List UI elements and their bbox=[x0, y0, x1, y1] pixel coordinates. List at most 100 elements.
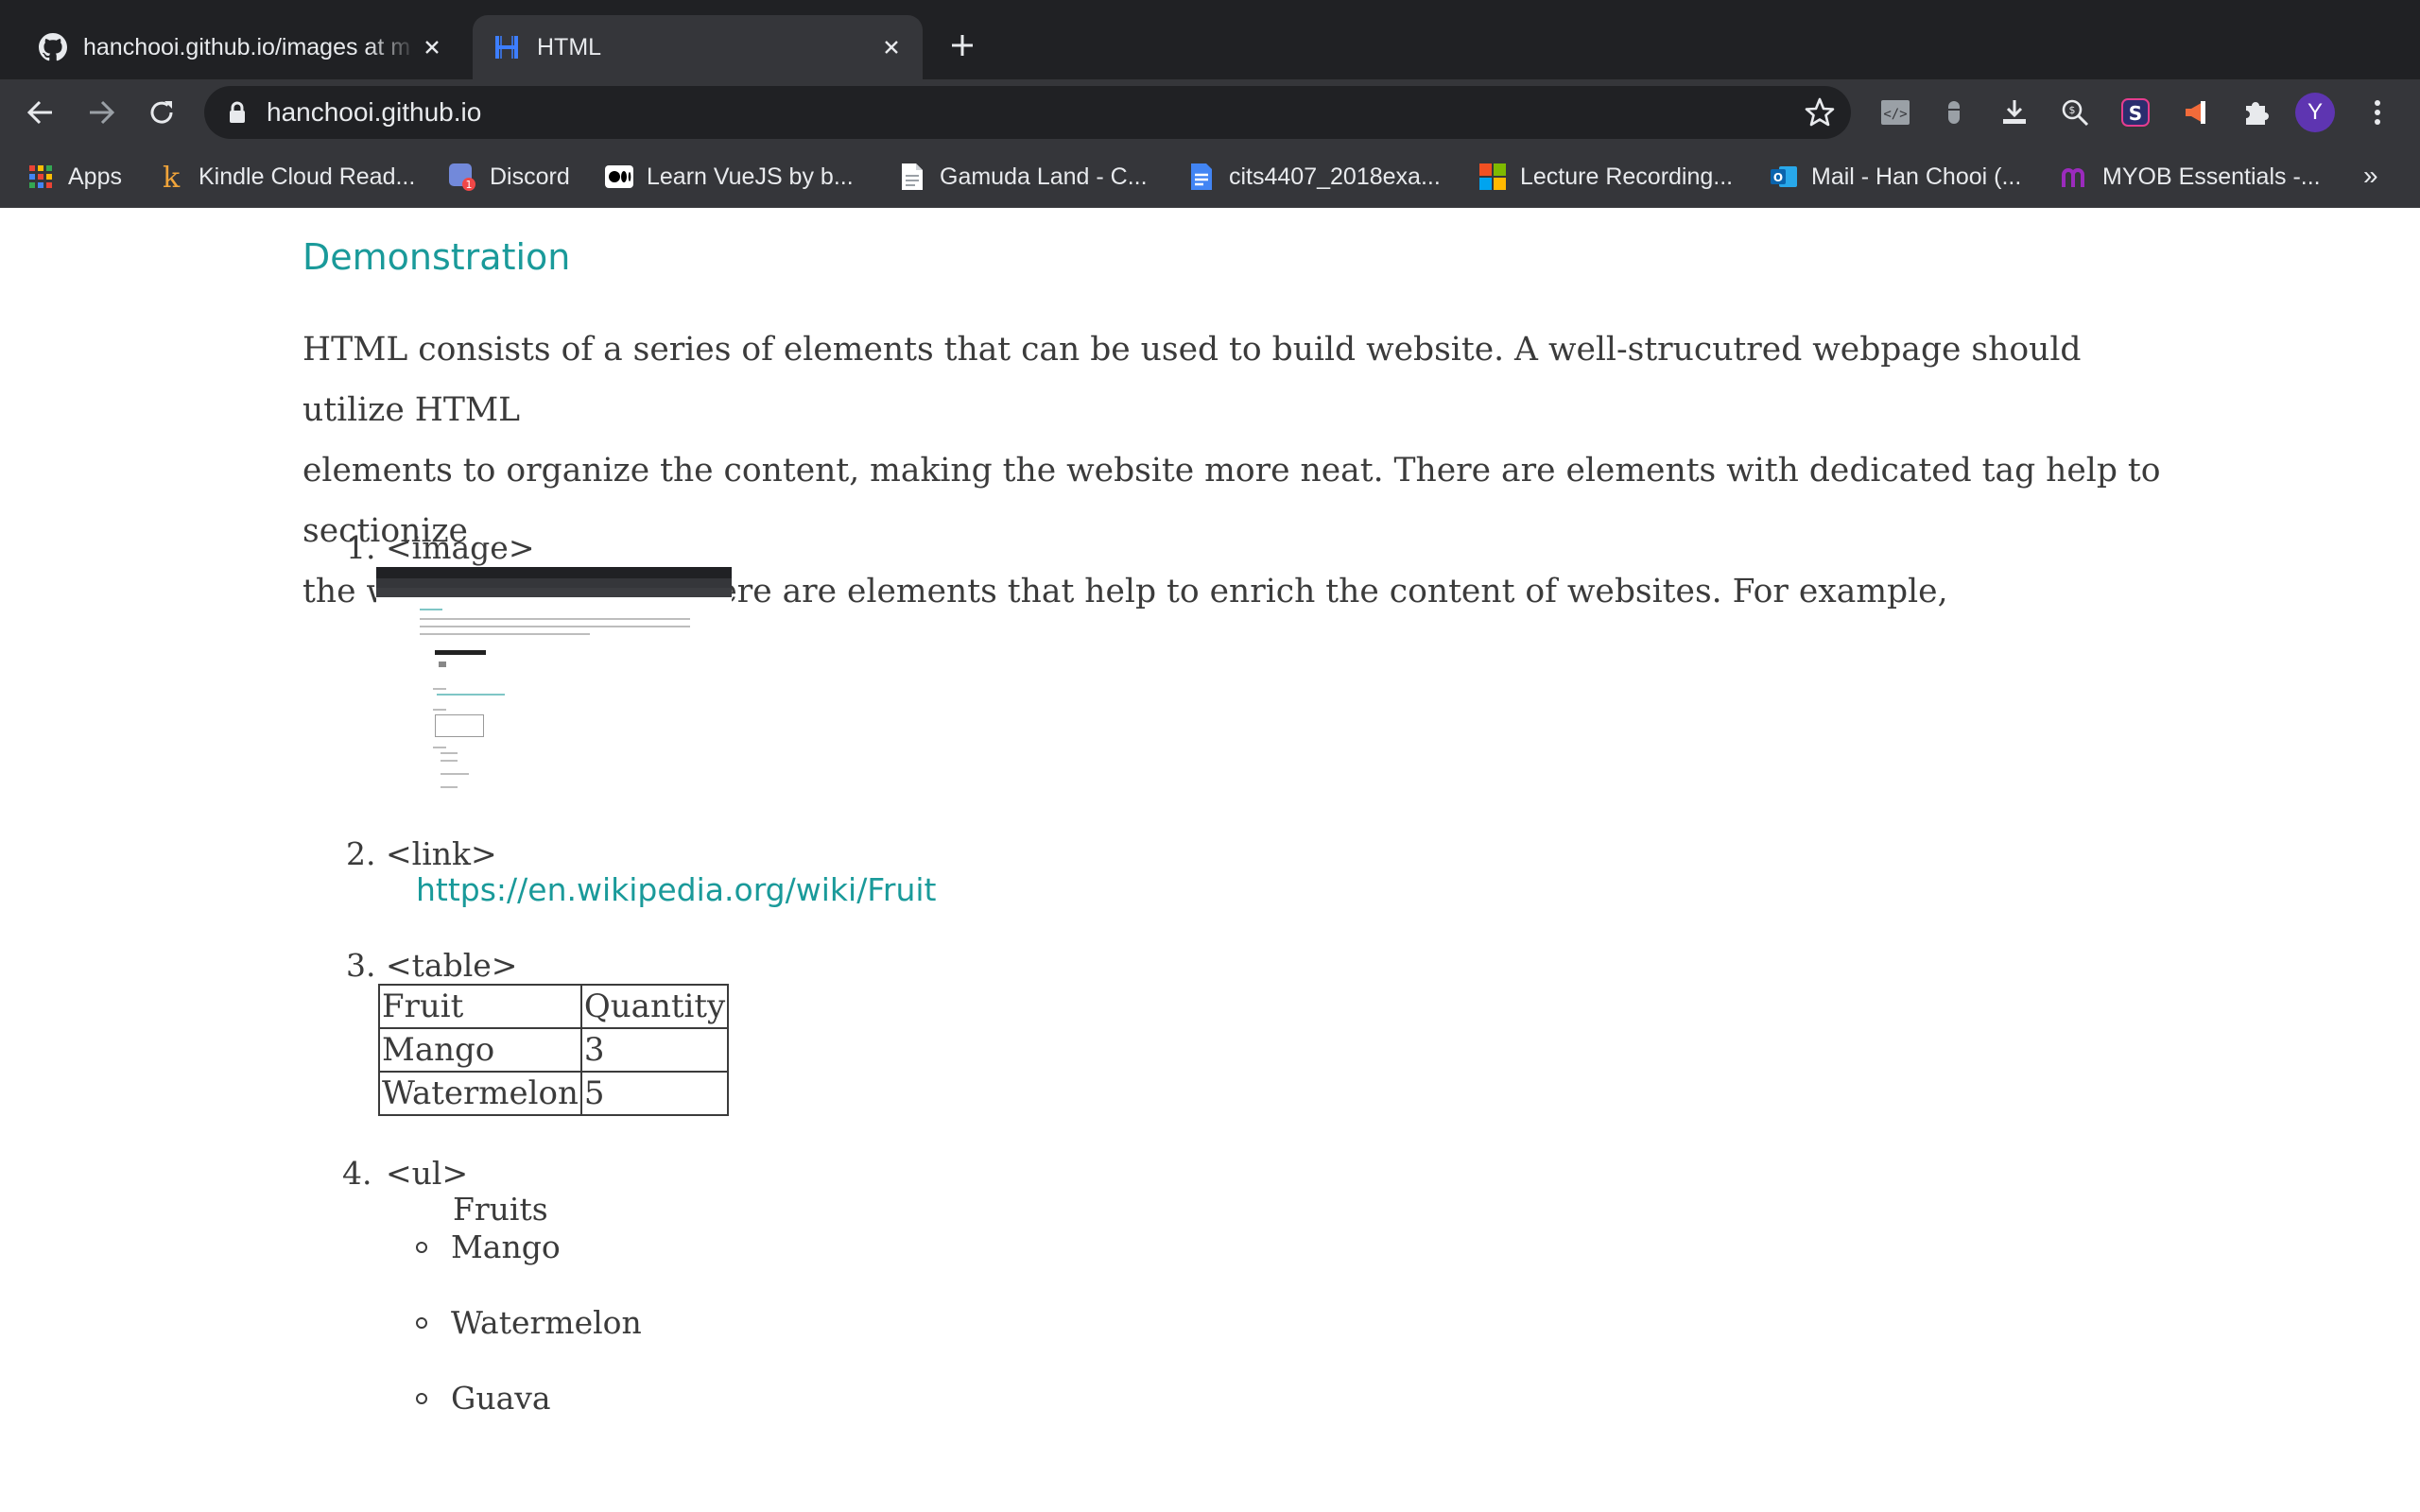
table-header-cell: Fruit bbox=[378, 984, 582, 1029]
reload-icon bbox=[150, 101, 173, 124]
apps-grid-icon bbox=[26, 163, 55, 191]
tab-github-images[interactable]: hanchooi.github.io/images at m bbox=[19, 15, 463, 79]
bookmarks-overflow-button[interactable]: » bbox=[2363, 161, 2378, 191]
myob-icon bbox=[2061, 163, 2089, 191]
svg-text:S: S bbox=[2129, 102, 2142, 125]
bookmark-label: Apps bbox=[68, 163, 122, 190]
address-bar[interactable]: hanchooi.github.io bbox=[204, 86, 1851, 139]
list-number: 3. bbox=[346, 947, 376, 984]
table-header-cell: Quantity bbox=[579, 984, 730, 1029]
list-item-tag: <link> bbox=[386, 835, 497, 872]
list-caption: Fruits bbox=[453, 1191, 548, 1228]
tab-strip: hanchooi.github.io/images at m HTML bbox=[0, 0, 2420, 79]
page-content: Demonstration HTML consists of a series … bbox=[0, 208, 2420, 1512]
outlook-icon: O bbox=[1770, 163, 1798, 191]
mouse-extension-icon[interactable] bbox=[1934, 93, 1974, 132]
arrow-right-icon bbox=[90, 100, 115, 125]
menu-kebab-icon[interactable] bbox=[2358, 93, 2397, 132]
megaphone-extension-icon[interactable] bbox=[2176, 93, 2216, 132]
table-row: Mango 3 bbox=[378, 1027, 730, 1073]
bookmark-discord[interactable]: 1 Discord bbox=[448, 146, 570, 208]
svg-text:O: O bbox=[1773, 171, 1783, 184]
github-icon bbox=[38, 32, 68, 62]
intro-line: elements to organize the content, making… bbox=[302, 452, 2161, 550]
list-item: Watermelon bbox=[416, 1304, 642, 1341]
new-tab-button[interactable] bbox=[943, 26, 981, 64]
bookmark-kindle[interactable]: k Kindle Cloud Read... bbox=[157, 146, 415, 208]
bookmark-label: Lecture Recording... bbox=[1520, 163, 1734, 190]
bookmarks-bar: Apps k Kindle Cloud Read... 1 Discord Le… bbox=[0, 146, 2420, 208]
bookmark-label: Discord bbox=[490, 163, 570, 190]
table-header-row: Fruit Quantity bbox=[378, 984, 730, 1029]
plus-icon bbox=[952, 35, 973, 56]
bookmark-star-icon[interactable] bbox=[1804, 96, 1836, 129]
reload-button[interactable] bbox=[142, 93, 182, 132]
price-search-extension-icon[interactable]: $ bbox=[2055, 93, 2095, 132]
list-number: 4. bbox=[342, 1155, 372, 1192]
download-extension-icon[interactable] bbox=[1995, 93, 2034, 132]
list-number: 2. bbox=[346, 835, 376, 872]
code-viewer-extension-icon[interactable]: </> bbox=[1876, 93, 1915, 132]
table-cell: 3 bbox=[579, 1027, 730, 1073]
fruit-wikipedia-link[interactable]: https://en.wikipedia.org/wiki/Fruit bbox=[416, 871, 936, 908]
list-item: Guava bbox=[416, 1380, 551, 1417]
bookmark-vuejs[interactable]: Learn VueJS by b... bbox=[605, 146, 854, 208]
lock-icon[interactable] bbox=[225, 100, 250, 125]
h-logo-icon bbox=[492, 32, 522, 62]
bookmark-label: MYOB Essentials -... bbox=[2102, 163, 2321, 190]
list-item-label: Watermelon bbox=[451, 1304, 642, 1341]
forward-button[interactable] bbox=[81, 93, 121, 132]
bookmark-label: Gamuda Land - C... bbox=[940, 163, 1148, 190]
intro-line: HTML consists of a series of elements th… bbox=[302, 331, 2082, 429]
bookmark-label: Mail - Han Chooi (... bbox=[1811, 163, 2022, 190]
screenshot-thumbnail-image bbox=[376, 567, 732, 805]
tab-title: HTML bbox=[537, 33, 602, 60]
fruit-table: Fruit Quantity Mango 3 Watermelon 5 bbox=[378, 984, 730, 1116]
bookmark-myob[interactable]: MYOB Essentials -... bbox=[2061, 146, 2321, 208]
bookmark-mail[interactable]: O Mail - Han Chooi (... bbox=[1770, 146, 2021, 208]
close-tab-icon[interactable] bbox=[418, 33, 446, 61]
list-item: Mango bbox=[416, 1228, 561, 1265]
circle-bullet-icon bbox=[416, 1241, 427, 1253]
table-row: Watermelon 5 bbox=[378, 1071, 730, 1116]
close-tab-icon[interactable] bbox=[877, 33, 906, 61]
medium-icon bbox=[605, 163, 633, 191]
list-item-label: Guava bbox=[451, 1380, 551, 1417]
section-heading: Demonstration bbox=[302, 236, 571, 278]
table-cell: Watermelon bbox=[378, 1071, 582, 1116]
svg-text:k: k bbox=[163, 163, 181, 191]
arrow-left-icon bbox=[26, 100, 52, 125]
profile-avatar[interactable]: Y bbox=[2295, 93, 2335, 132]
list-item-tag: <ul> bbox=[386, 1155, 469, 1192]
back-button[interactable] bbox=[21, 93, 60, 132]
svg-text:</>: </> bbox=[1883, 107, 1907, 122]
bookmark-lecture-recording[interactable]: Lecture Recording... bbox=[1478, 146, 1733, 208]
bookmark-cits4407[interactable]: cits4407_2018exa... bbox=[1187, 146, 1441, 208]
bookmark-label: Kindle Cloud Read... bbox=[199, 163, 416, 190]
kindle-icon: k bbox=[157, 163, 185, 191]
list-item-label: Mango bbox=[451, 1228, 561, 1265]
discord-icon: 1 bbox=[448, 163, 476, 191]
document-icon bbox=[898, 163, 926, 191]
table-cell: 5 bbox=[579, 1071, 730, 1116]
extensions-puzzle-icon[interactable] bbox=[2237, 93, 2276, 132]
tab-html[interactable]: HTML bbox=[473, 15, 923, 79]
table-cell: Mango bbox=[378, 1027, 582, 1073]
tab-title: hanchooi.github.io/images at m bbox=[83, 33, 411, 60]
svg-text:1: 1 bbox=[466, 179, 473, 191]
microsoft-icon bbox=[1478, 163, 1507, 191]
circle-bullet-icon bbox=[416, 1392, 427, 1404]
bookmark-gamuda[interactable]: Gamuda Land - C... bbox=[898, 146, 1148, 208]
google-docs-icon bbox=[1187, 163, 1216, 191]
list-number: 1. bbox=[346, 529, 376, 566]
s-extension-icon[interactable]: S bbox=[2116, 93, 2155, 132]
list-item-tag: <image> bbox=[386, 529, 535, 566]
address-text: hanchooi.github.io bbox=[267, 97, 482, 127]
bookmark-apps[interactable]: Apps bbox=[26, 146, 122, 208]
svg-text:$: $ bbox=[2069, 104, 2076, 116]
circle-bullet-icon bbox=[416, 1316, 427, 1329]
bookmark-label: Learn VueJS by b... bbox=[647, 163, 854, 190]
list-item-tag: <table> bbox=[386, 947, 518, 984]
bookmark-label: cits4407_2018exa... bbox=[1229, 163, 1441, 190]
browser-toolbar: hanchooi.github.io </> $ S Y bbox=[0, 79, 2420, 146]
